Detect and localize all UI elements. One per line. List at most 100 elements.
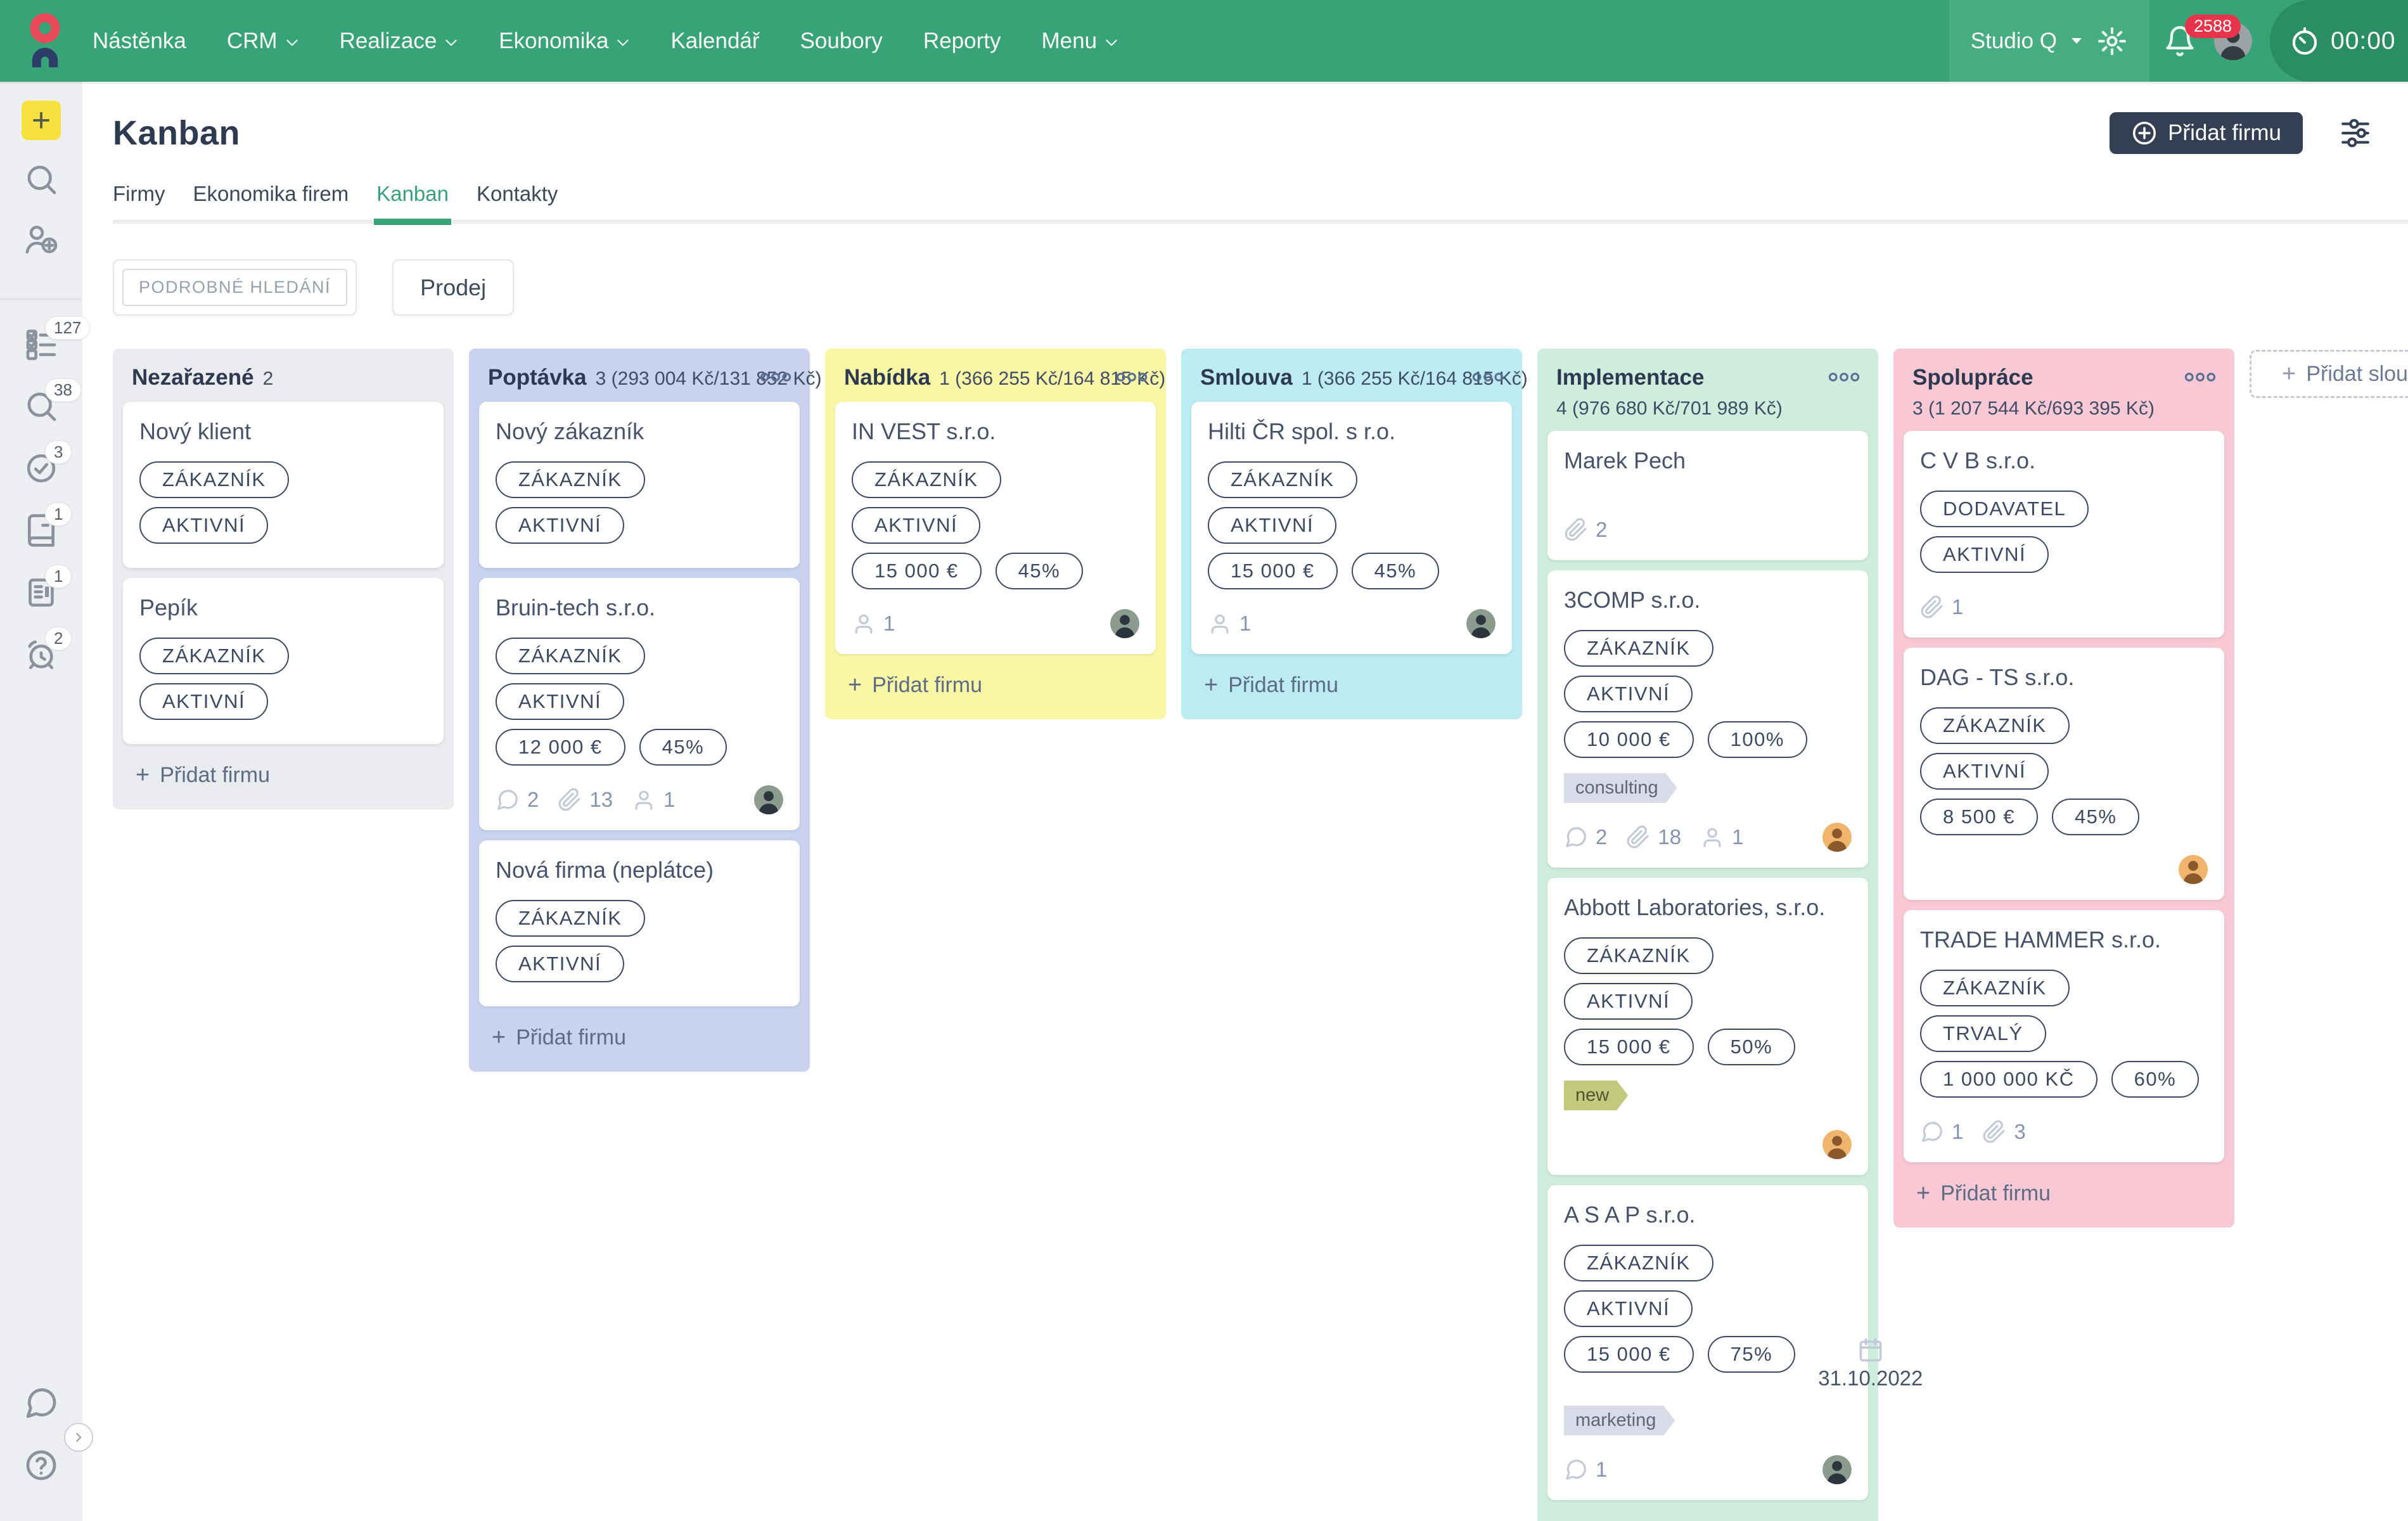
card-pill: AKTIVNÍ (1564, 676, 1693, 712)
kanban-card-dag-ts-s-r-o[interactable]: DAG - TS s.r.o.ZÁKAZNÍKAKTIVNÍ8 500 €45% (1904, 648, 2224, 900)
count-badge: 38 (45, 378, 81, 402)
sidebar-expand-button[interactable] (64, 1423, 93, 1452)
column-menu-button[interactable] (1826, 365, 1862, 389)
card-value-pill: 45% (996, 553, 1084, 589)
nav-right: Studio Q 2588 (1949, 0, 2408, 82)
kanban-card-abbott-laboratories-s-r-o[interactable]: Abbott Laboratories, s.r.o.ZÁKAZNÍKAKTIV… (1547, 878, 1868, 1175)
quick-add-button[interactable]: + (22, 101, 61, 140)
add-card-button[interactable]: +Přidat firmu (825, 654, 1166, 713)
kanban-column-spoluprace: Spolupráce3 (1 207 544 Kč/693 395 Kč)C V… (1893, 349, 2234, 1228)
nav-item-realizace[interactable]: Realizace (340, 29, 459, 54)
tab-kanban[interactable]: Kanban (376, 182, 449, 206)
card-pill: ZÁKAZNÍK (1564, 1245, 1713, 1281)
sidebar-item-tasks[interactable]: 127 (23, 326, 59, 362)
add-contact-icon[interactable] (23, 222, 59, 258)
card-pill: AKTIVNÍ (1208, 507, 1336, 544)
column-menu-button[interactable] (758, 365, 793, 389)
nav-item-nastenka[interactable]: Nástěnka (93, 29, 186, 54)
sidebar-item-approvals[interactable]: 3 (23, 451, 59, 486)
card-pill: ZÁKAZNÍK (852, 461, 1001, 498)
column-summary: 2 (263, 368, 274, 390)
sidebar-item-saved-search[interactable]: 38 (23, 388, 59, 424)
time-tracker[interactable]: 00:00 (2270, 0, 2408, 82)
chat-icon[interactable] (23, 1385, 59, 1421)
nav-item-kalendar[interactable]: Kalendář (670, 29, 759, 54)
column-menu-button[interactable] (1470, 365, 1506, 389)
card-pill: AKTIVNÍ (496, 683, 624, 720)
comments-icon (1920, 1120, 1944, 1144)
count-badge: 1 (45, 565, 72, 588)
kanban-card-in-vest-s-r-o[interactable]: IN VEST s.r.o.ZÁKAZNÍKAKTIVNÍ15 000 €45%… (835, 402, 1156, 654)
attachments-icon (1564, 518, 1588, 542)
column-title: Nezařazené (132, 365, 254, 390)
help-icon[interactable] (23, 1447, 59, 1483)
nav-item-reporty[interactable]: Reporty (923, 29, 1001, 54)
kanban-card-pepik[interactable]: PepíkZÁKAZNÍKAKTIVNÍ (123, 578, 444, 744)
card-avatar (2179, 855, 2208, 884)
tab-kontakty[interactable]: Kontakty (477, 182, 558, 206)
card-pill: ZÁKAZNÍK (139, 461, 289, 498)
page-title: Kanban (113, 113, 240, 153)
nav-item-label: Ekonomika (499, 29, 608, 54)
settings-gear-icon[interactable] (2096, 25, 2128, 57)
add-card-button[interactable]: +Přidat firmu (469, 1006, 810, 1065)
add-card-label: Přidat firmu (872, 673, 982, 698)
column-menu-button[interactable] (1114, 365, 1150, 389)
column-menu-button[interactable] (2182, 365, 2218, 389)
tab-ekonomika-firem[interactable]: Ekonomika firem (193, 182, 349, 206)
card-tag: new (1564, 1081, 1628, 1110)
calendar-icon (1857, 1336, 1885, 1364)
sidebar-item-journal[interactable]: 1 (23, 513, 59, 548)
people-icon (852, 612, 876, 636)
kanban-card-bruin-tech-s-r-o[interactable]: Bruin-tech s.r.o.ZÁKAZNÍKAKTIVNÍ12 000 €… (479, 578, 800, 830)
kanban-column-smlouva: Smlouva1 (366 255 Kč/164 815 Kč)Hilti ČR… (1181, 349, 1522, 719)
add-column-button[interactable]: +Přidat sloup (2250, 350, 2408, 398)
sidebar: +127383112 (0, 82, 82, 1521)
kanban-column-implementace: Implementace4 (976 680 Kč/701 989 Kč)Mar… (1537, 349, 1878, 1521)
kanban-card-nova-firma-neplatce[interactable]: Nová firma (neplátce)ZÁKAZNÍKAKTIVNÍ (479, 840, 800, 1006)
card-count-comments: 2 (1564, 825, 1607, 849)
view-filter-button[interactable]: Prodej (392, 259, 514, 316)
card-count-comments: 2 (496, 788, 539, 812)
kanban-card-hilti-cr-spol-s-r-o[interactable]: Hilti ČR spol. s r.o.ZÁKAZNÍKAKTIVNÍ15 0… (1191, 402, 1512, 654)
card-avatar (1822, 1130, 1852, 1159)
kanban-card-marek-pech[interactable]: Marek Pech2 (1547, 431, 1868, 560)
kanban-card-novy-klient[interactable]: Nový klientZÁKAZNÍKAKTIVNÍ (123, 402, 444, 568)
kanban-card-novy-zakaznik[interactable]: Nový zákazníkZÁKAZNÍKAKTIVNÍ (479, 402, 800, 568)
add-card-button[interactable]: +Přidat firmu (113, 744, 454, 803)
caret-down-icon (2071, 37, 2082, 44)
column-summary: 3 (1 207 544 Kč/693 395 Kč) (1912, 398, 2182, 420)
add-card-button[interactable]: +Přidat firmu (1893, 1162, 2234, 1221)
board-settings-icon[interactable] (2340, 117, 2371, 149)
nav-item-menu[interactable]: Menu (1041, 29, 1118, 54)
nav-item-label: CRM (227, 29, 278, 54)
tab-firmy[interactable]: Firmy (113, 182, 165, 206)
card-pill: ZÁKAZNÍK (1920, 970, 2070, 1006)
app-logo-icon[interactable] (24, 13, 66, 70)
card-title: Nová firma (neplátce) (496, 857, 783, 883)
add-company-button[interactable]: Přidat firmu (2110, 112, 2303, 154)
kanban-card-a-s-a-p-s-r-o[interactable]: A S A P s.r.o.ZÁKAZNÍKAKTIVNÍ15 000 €75%… (1547, 1185, 1868, 1500)
advanced-search-button[interactable]: PODROBNÉ HLEDÁNÍ (113, 259, 357, 316)
nav-item-soubory[interactable]: Soubory (800, 29, 883, 54)
card-title: Nový klient (139, 418, 427, 445)
notifications-bell-icon[interactable]: 2588 (2163, 25, 2196, 58)
kanban-card-3comp-s-r-o[interactable]: 3COMP s.r.o.ZÁKAZNÍKAKTIVNÍ10 000 €100%c… (1547, 570, 1868, 868)
add-card-button[interactable]: +Přidat firmu (1181, 654, 1522, 713)
sidebar-item-notes[interactable]: 1 (23, 575, 59, 610)
nav-item-crm[interactable]: CRM (227, 29, 299, 54)
workspace-switcher[interactable]: Studio Q (1949, 0, 2149, 82)
kanban-card-trade-hammer-s-r-o[interactable]: TRADE HAMMER s.r.o.ZÁKAZNÍKTRVALÝ1 000 0… (1904, 910, 2224, 1162)
card-pill: ZÁKAZNÍK (496, 900, 645, 937)
card-count-attachments: 3 (1982, 1120, 2025, 1144)
sidebar-item-reminders[interactable]: 2 (23, 637, 59, 672)
kanban-column-nezarazene: Nezařazené2Nový klientZÁKAZNÍKAKTIVNÍPep… (113, 349, 454, 809)
card-count-people: 1 (632, 788, 675, 812)
add-card-button[interactable]: +Přidat firmu (1537, 1500, 1878, 1521)
kanban-card-c-v-b-s-r-o[interactable]: C V B s.r.o.DODAVATELAKTIVNÍ1 (1904, 431, 2224, 638)
search-icon[interactable] (23, 162, 59, 197)
nav-item-ekonomika[interactable]: Ekonomika (499, 29, 630, 54)
add-column-label: Přidat sloup (2306, 362, 2408, 387)
card-value-pill: 15 000 € (1564, 1029, 1694, 1065)
due-date: 31.10.2022 (1818, 1336, 1923, 1390)
